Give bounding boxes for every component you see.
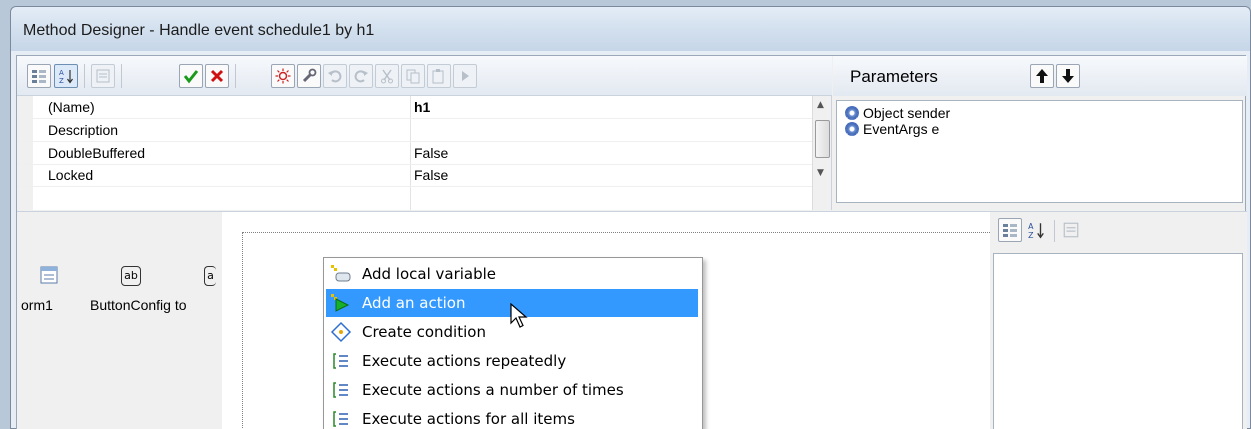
sort-az-button[interactable]: A Z bbox=[1027, 221, 1047, 241]
cancel-button[interactable] bbox=[205, 64, 229, 88]
sort-az-icon: A Z bbox=[1028, 222, 1044, 240]
action-arrow-icon bbox=[330, 292, 352, 314]
property-name: Locked bbox=[48, 167, 94, 183]
form-icon[interactable] bbox=[39, 266, 59, 286]
menu-item-label: Add local variable bbox=[362, 265, 497, 283]
menu-item-execute-repeatedly[interactable]: Execute actions repeatedly bbox=[326, 347, 698, 375]
menu-item-label: Add an action bbox=[362, 294, 466, 312]
ok-button[interactable] bbox=[179, 64, 203, 88]
categorized-button[interactable] bbox=[998, 218, 1022, 242]
property-row-name[interactable]: (Name) h1 bbox=[17, 97, 812, 119]
toolbar-separator bbox=[84, 64, 85, 88]
move-parameter-down-button[interactable] bbox=[1056, 64, 1080, 88]
title-bar[interactable]: Method Designer - Handle event schedule1… bbox=[11, 7, 1250, 51]
paste-icon bbox=[432, 69, 444, 84]
toolbar-separator bbox=[235, 64, 236, 88]
parameters-title: Parameters bbox=[850, 67, 938, 86]
parameters-header: Parameters bbox=[833, 56, 1247, 96]
scroll-up-arrow-icon[interactable]: ▲ bbox=[817, 100, 824, 110]
property-name: (Name) bbox=[48, 99, 95, 115]
menu-item-label: Execute actions repeatedly bbox=[362, 352, 567, 370]
loop-list-icon bbox=[330, 408, 352, 429]
textbox-ab-icon[interactable]: ab bbox=[121, 266, 141, 286]
wrench-icon bbox=[302, 68, 317, 83]
svg-text:A: A bbox=[1028, 222, 1034, 231]
loop-list-icon bbox=[330, 379, 352, 401]
property-value[interactable]: False bbox=[414, 167, 448, 183]
menu-item-label: Execute actions for all items bbox=[362, 410, 575, 428]
loop-list-icon bbox=[330, 350, 352, 372]
toolbox-panel: orm1 ab ButtonConfig to a bbox=[17, 211, 222, 429]
arrow-up-icon bbox=[1036, 69, 1048, 83]
menu-item-execute-number-of-times[interactable]: Execute actions a number of times bbox=[326, 376, 698, 404]
paste-button[interactable] bbox=[427, 64, 451, 88]
copy-icon bbox=[406, 69, 420, 84]
property-value[interactable]: h1 bbox=[414, 99, 430, 115]
condition-diamond-icon bbox=[330, 321, 352, 343]
parameter-item[interactable]: Object sender bbox=[845, 105, 950, 121]
red-x-icon bbox=[210, 69, 224, 83]
toolbar-separator bbox=[1054, 220, 1055, 242]
right-property-list[interactable] bbox=[993, 253, 1243, 429]
sun-gear-icon bbox=[275, 68, 291, 84]
svg-text:Z: Z bbox=[1028, 231, 1034, 239]
property-row-locked[interactable]: Locked False bbox=[17, 165, 812, 187]
menu-item-execute-for-all-items[interactable]: Execute actions for all items bbox=[326, 405, 698, 429]
property-name: Description bbox=[48, 122, 119, 138]
run-button[interactable] bbox=[453, 64, 477, 88]
right-property-panel: A Z bbox=[990, 211, 1247, 429]
alphabetical-button[interactable]: A Z bbox=[54, 64, 78, 88]
scroll-down-arrow-icon[interactable]: ▼ bbox=[817, 168, 824, 178]
property-pages-button[interactable] bbox=[91, 64, 115, 88]
undo-button[interactable] bbox=[323, 64, 347, 88]
move-parameter-up-button[interactable] bbox=[1030, 64, 1054, 88]
property-grid-scrollbar[interactable]: ▲ ▼ bbox=[812, 96, 831, 210]
redo-icon bbox=[354, 70, 368, 83]
window-title: Method Designer - Handle event schedule1… bbox=[23, 22, 375, 39]
menu-item-label: Execute actions a number of times bbox=[362, 381, 624, 399]
sort-az-icon: A Z bbox=[59, 69, 73, 84]
arrow-down-icon bbox=[1062, 69, 1074, 83]
property-name: DoubleBuffered bbox=[48, 145, 146, 161]
parameter-label: Object sender bbox=[863, 105, 951, 121]
context-menu: Add local variable Add an action Create … bbox=[323, 257, 703, 429]
property-pages-icon bbox=[1063, 222, 1079, 238]
toolbar: A Z bbox=[17, 56, 832, 96]
property-value[interactable]: False bbox=[414, 145, 448, 161]
redo-button[interactable] bbox=[349, 64, 373, 88]
undo-icon bbox=[328, 70, 342, 83]
gear-icon bbox=[845, 122, 859, 136]
gear-icon bbox=[845, 106, 859, 120]
svg-text:Z: Z bbox=[59, 77, 64, 84]
mouse-pointer-icon bbox=[510, 302, 532, 331]
cut-icon bbox=[381, 69, 393, 84]
textbox-partial-icon[interactable]: a bbox=[204, 266, 216, 286]
svg-text:A: A bbox=[59, 69, 64, 77]
property-pages-icon bbox=[96, 69, 110, 83]
property-grid: (Name) h1 Description DoubleBuffered Fal… bbox=[17, 96, 832, 210]
categorized-icon bbox=[1003, 224, 1017, 237]
property-row-doublebuffered[interactable]: DoubleBuffered False bbox=[17, 143, 812, 165]
check-icon bbox=[183, 70, 199, 84]
parameter-label: EventArgs e bbox=[863, 121, 940, 137]
copy-button[interactable] bbox=[401, 64, 425, 88]
toolbox-item-label[interactable]: ButtonConfig to bbox=[90, 297, 187, 313]
parameters-list: Object sender EventArgs e bbox=[836, 100, 1243, 203]
wrench-button[interactable] bbox=[297, 64, 321, 88]
local-variable-icon bbox=[330, 263, 352, 285]
play-icon bbox=[462, 71, 469, 81]
parameter-item[interactable]: EventArgs e bbox=[845, 121, 939, 137]
cut-button[interactable] bbox=[375, 64, 399, 88]
property-pages-button[interactable] bbox=[1062, 221, 1082, 241]
categorized-button[interactable] bbox=[27, 64, 51, 88]
toolbar-separator bbox=[121, 64, 122, 88]
menu-item-add-local-variable[interactable]: Add local variable bbox=[326, 260, 698, 288]
toolbox-item-label[interactable]: orm1 bbox=[21, 297, 53, 313]
categorized-icon bbox=[32, 70, 46, 83]
settings-button[interactable] bbox=[271, 64, 295, 88]
property-row-description[interactable]: Description bbox=[17, 120, 812, 142]
menu-item-label: Create condition bbox=[362, 323, 486, 341]
scrollbar-thumb[interactable] bbox=[815, 120, 830, 158]
